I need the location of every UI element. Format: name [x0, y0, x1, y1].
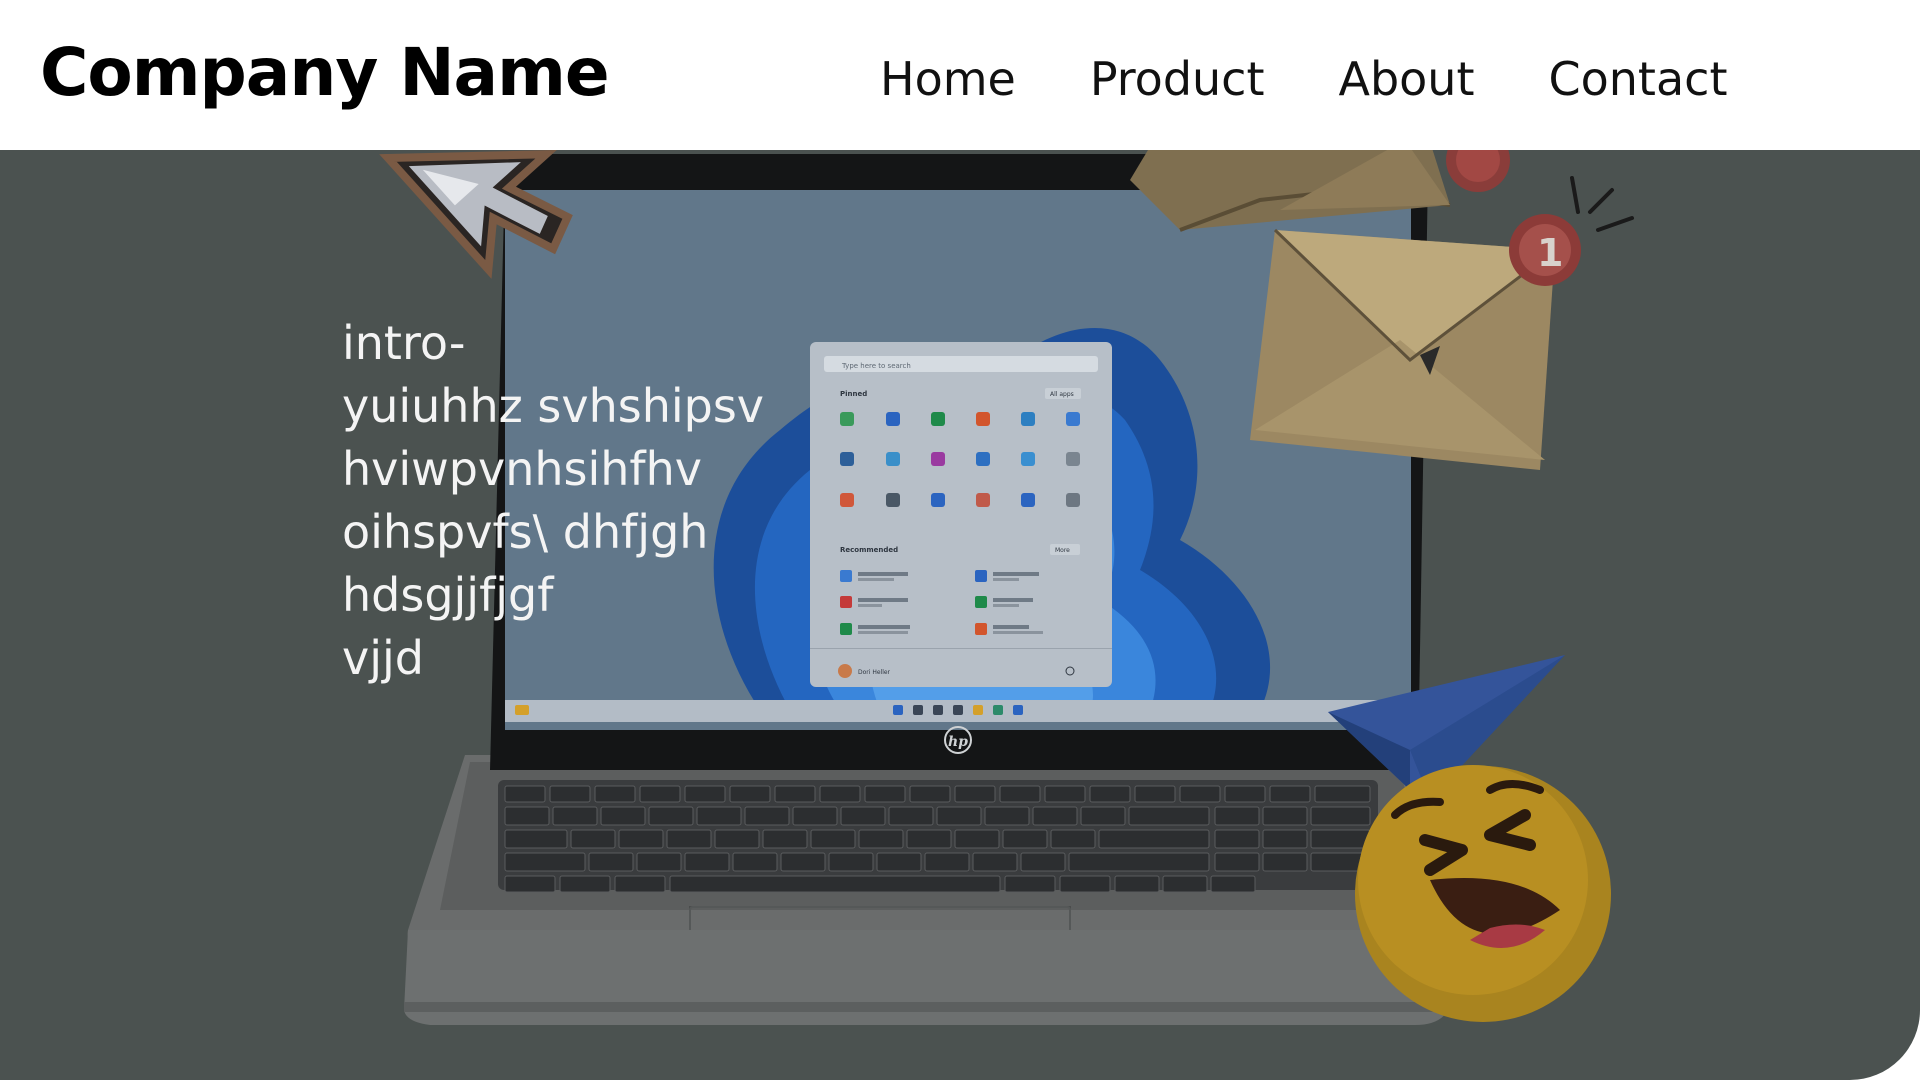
hp-logo: hp — [948, 734, 968, 750]
hero-illustration: Type here to search Pinned All apps Reco… — [379, 150, 1634, 1025]
nav-home[interactable]: Home — [880, 52, 1016, 106]
company-name[interactable]: Company Name — [40, 34, 610, 111]
notification-badge-count: 1 — [1537, 231, 1563, 275]
site-header: Company Name Home Product About Contact — [0, 0, 1920, 150]
nav-about[interactable]: About — [1339, 52, 1475, 106]
nav-contact[interactable]: Contact — [1549, 52, 1728, 106]
notification-badge-icon: 1 — [1509, 176, 1634, 286]
start-more-label: More — [1055, 547, 1070, 554]
envelope-icon — [1250, 228, 1556, 470]
main-nav: Home Product About Contact — [880, 52, 1727, 106]
hero-section: Type here to search Pinned All apps Reco… — [0, 150, 1920, 1080]
intro-text: intro- yuiuhhz svhshipsv hviwpvnhsihfhv … — [342, 316, 765, 685]
laughing-emoji-icon — [1355, 765, 1611, 1022]
start-user-name: Dori Heller — [858, 669, 891, 676]
nav-product[interactable]: Product — [1090, 52, 1265, 106]
start-all-apps-label: All apps — [1050, 391, 1074, 398]
